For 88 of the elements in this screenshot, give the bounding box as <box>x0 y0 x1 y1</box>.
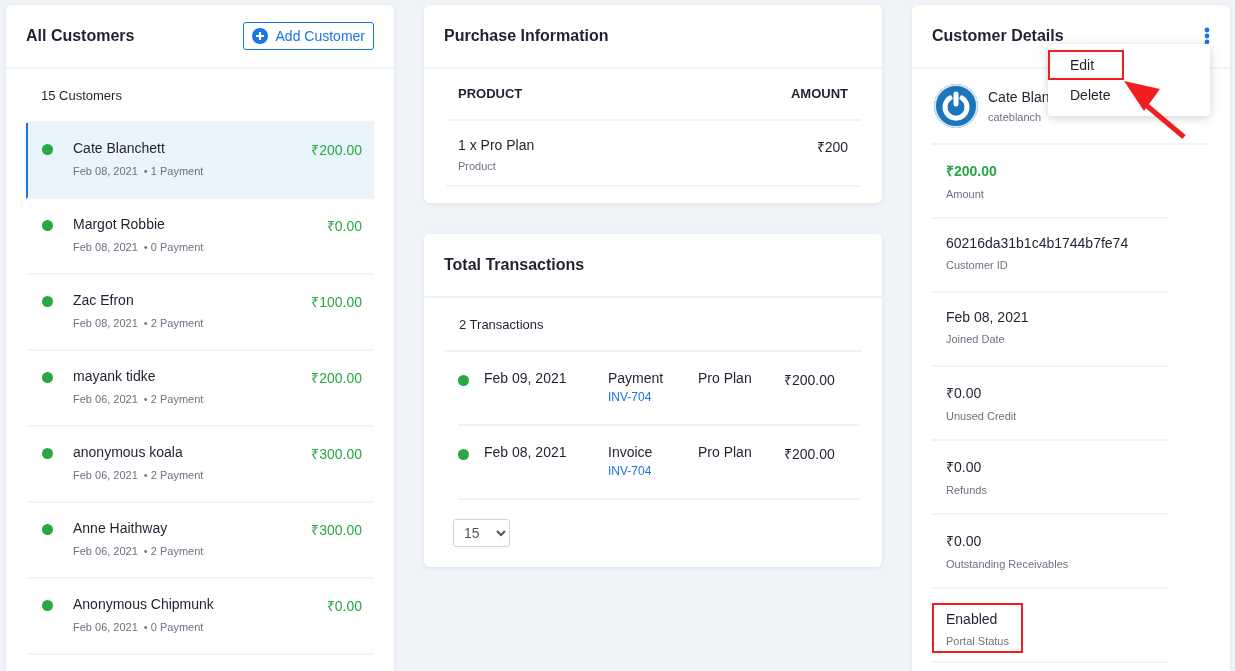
menu-item[interactable]: Edit <box>1048 50 1124 80</box>
field-label: Outstanding Receivables <box>946 558 1070 570</box>
field-label: Amount <box>946 188 985 200</box>
status-dot <box>42 296 53 307</box>
customer-amount: ₹0.00 <box>326 597 362 615</box>
pointer-arrow <box>1124 79 1186 139</box>
customer-item[interactable]: Anne Haithway ₹300.00 Feb 06, 2021 • 2 Payment <box>26 503 374 579</box>
transaction-type: Payment <box>608 370 665 386</box>
invoice-link[interactable]: INV-704 <box>608 390 698 404</box>
customer-date: Feb 06, 2021 <box>73 469 138 481</box>
status-dot <box>42 600 53 611</box>
customer-date: Feb 08, 2021 <box>73 241 138 253</box>
field-label: Customer ID <box>946 259 1009 271</box>
panel-title: Customer Details <box>932 27 1064 45</box>
transaction-amount: ₹200.00 <box>784 371 836 389</box>
customer-count: 15 Customers <box>41 88 122 103</box>
transaction-date: Feb 08, 2021 <box>484 444 568 460</box>
transaction-amount: ₹200.00 <box>784 445 836 463</box>
page-size-select[interactable]: 15 <box>453 519 510 547</box>
field-value: 60216da31b1c4b1744b7fe74 <box>946 235 1130 251</box>
transaction-type: Invoice <box>608 444 654 460</box>
customer-item[interactable]: Margot Robbie ₹0.00 Feb 08, 2021 • 0 Payment <box>26 199 374 275</box>
customer-name: mayank tidke <box>73 368 156 386</box>
status-dot <box>458 375 469 386</box>
customer-amount: ₹0.00 <box>326 217 362 235</box>
field-value: Enabled <box>946 611 999 627</box>
transaction-plan: Pro Plan <box>698 444 753 460</box>
customer-item[interactable]: Zac Efron ₹100.00 Feb 08, 2021 • 2 Payment <box>26 275 374 351</box>
status-dot <box>42 220 53 231</box>
customer-item[interactable]: Cate Blanchett ₹200.00 Feb 08, 2021 • 1 Payment <box>26 123 374 199</box>
status-dot <box>42 372 53 383</box>
customer-item[interactable]: mayank tidke ₹200.00 Feb 06, 2021 • 2 Payment <box>26 351 374 427</box>
column-header: AMOUNT <box>790 86 848 103</box>
field-label: Portal Status <box>946 635 1009 647</box>
field-value: Feb 08, 2021 <box>946 309 1030 325</box>
field-value: ₹0.00 <box>946 384 983 402</box>
menu-item[interactable]: Delete <box>1048 80 1119 110</box>
field-value: ₹0.00 <box>946 532 983 550</box>
field-label: Joined Date <box>946 333 1006 345</box>
customer-name: Anonymous Chipmunk <box>73 596 214 614</box>
add-customer-button[interactable]: Add Customer <box>242 22 374 50</box>
payment-count: • 2 Payment <box>143 469 204 481</box>
transaction-date: Feb 09, 2021 <box>484 370 568 386</box>
invoice-link[interactable]: INV-704 <box>608 464 698 478</box>
customer-date: Feb 06, 2021 <box>73 621 138 633</box>
status-dot <box>42 144 53 155</box>
more-options-icon[interactable] <box>1204 27 1210 45</box>
field-label: Refunds <box>946 484 988 496</box>
customer-amount: ₹300.00 <box>311 521 362 539</box>
avatar-icon <box>934 84 978 128</box>
customer-date: Feb 06, 2021 <box>73 545 138 557</box>
customer-name: Zac Efron <box>73 292 134 310</box>
customer-name: Cate Blanchett <box>73 140 165 158</box>
customer-amount: ₹200.00 <box>311 141 362 159</box>
customer-item[interactable]: anonymous koala ₹300.00 Feb 06, 2021 • 2 Payment <box>26 427 374 503</box>
field-value: ₹0.00 <box>946 458 983 476</box>
panel-title: All Customers <box>26 27 135 45</box>
payment-count: • 2 Payment <box>143 545 204 557</box>
customer-amount: ₹200.00 <box>311 369 362 387</box>
product-name: 1 x Pro Plan <box>458 137 535 153</box>
transaction-count: 2 Transactions <box>459 317 544 332</box>
field-value: ₹200.00 <box>946 162 998 180</box>
transaction-plan: Pro Plan <box>698 370 753 386</box>
status-dot <box>42 448 53 459</box>
customer-name: Anne Haithway <box>73 520 168 538</box>
payment-count: • 0 Payment <box>143 241 204 253</box>
product-amount: ₹200 <box>816 138 848 157</box>
column-header: PRODUCT <box>458 86 523 103</box>
customer-email: cateblanch <box>988 111 1043 123</box>
payment-count: • 0 Payment <box>143 621 204 633</box>
payment-count: • 2 Payment <box>143 317 204 329</box>
panel-title: Total Transactions <box>444 256 585 274</box>
status-dot <box>458 449 469 460</box>
payment-count: • 2 Payment <box>143 393 204 405</box>
plus-icon <box>251 28 268 44</box>
product-type: Product <box>458 160 497 172</box>
status-dot <box>42 524 53 535</box>
customer-date: Feb 08, 2021 <box>73 165 138 177</box>
panel-title: Purchase Information <box>444 27 609 45</box>
customer-name: anonymous koala <box>73 444 183 462</box>
customer-amount: ₹300.00 <box>311 445 362 463</box>
customer-date: Feb 06, 2021 <box>73 393 138 405</box>
field-label: Unused Credit <box>946 410 1018 422</box>
payment-count: • 1 Payment <box>143 165 204 177</box>
customer-item[interactable]: Anonymous Chipmunk ₹0.00 Feb 06, 2021 • 0 Payment <box>26 579 374 655</box>
customer-amount: ₹100.00 <box>311 293 362 311</box>
customer-date: Feb 08, 2021 <box>73 317 138 329</box>
customer-name: Margot Robbie <box>73 216 165 234</box>
